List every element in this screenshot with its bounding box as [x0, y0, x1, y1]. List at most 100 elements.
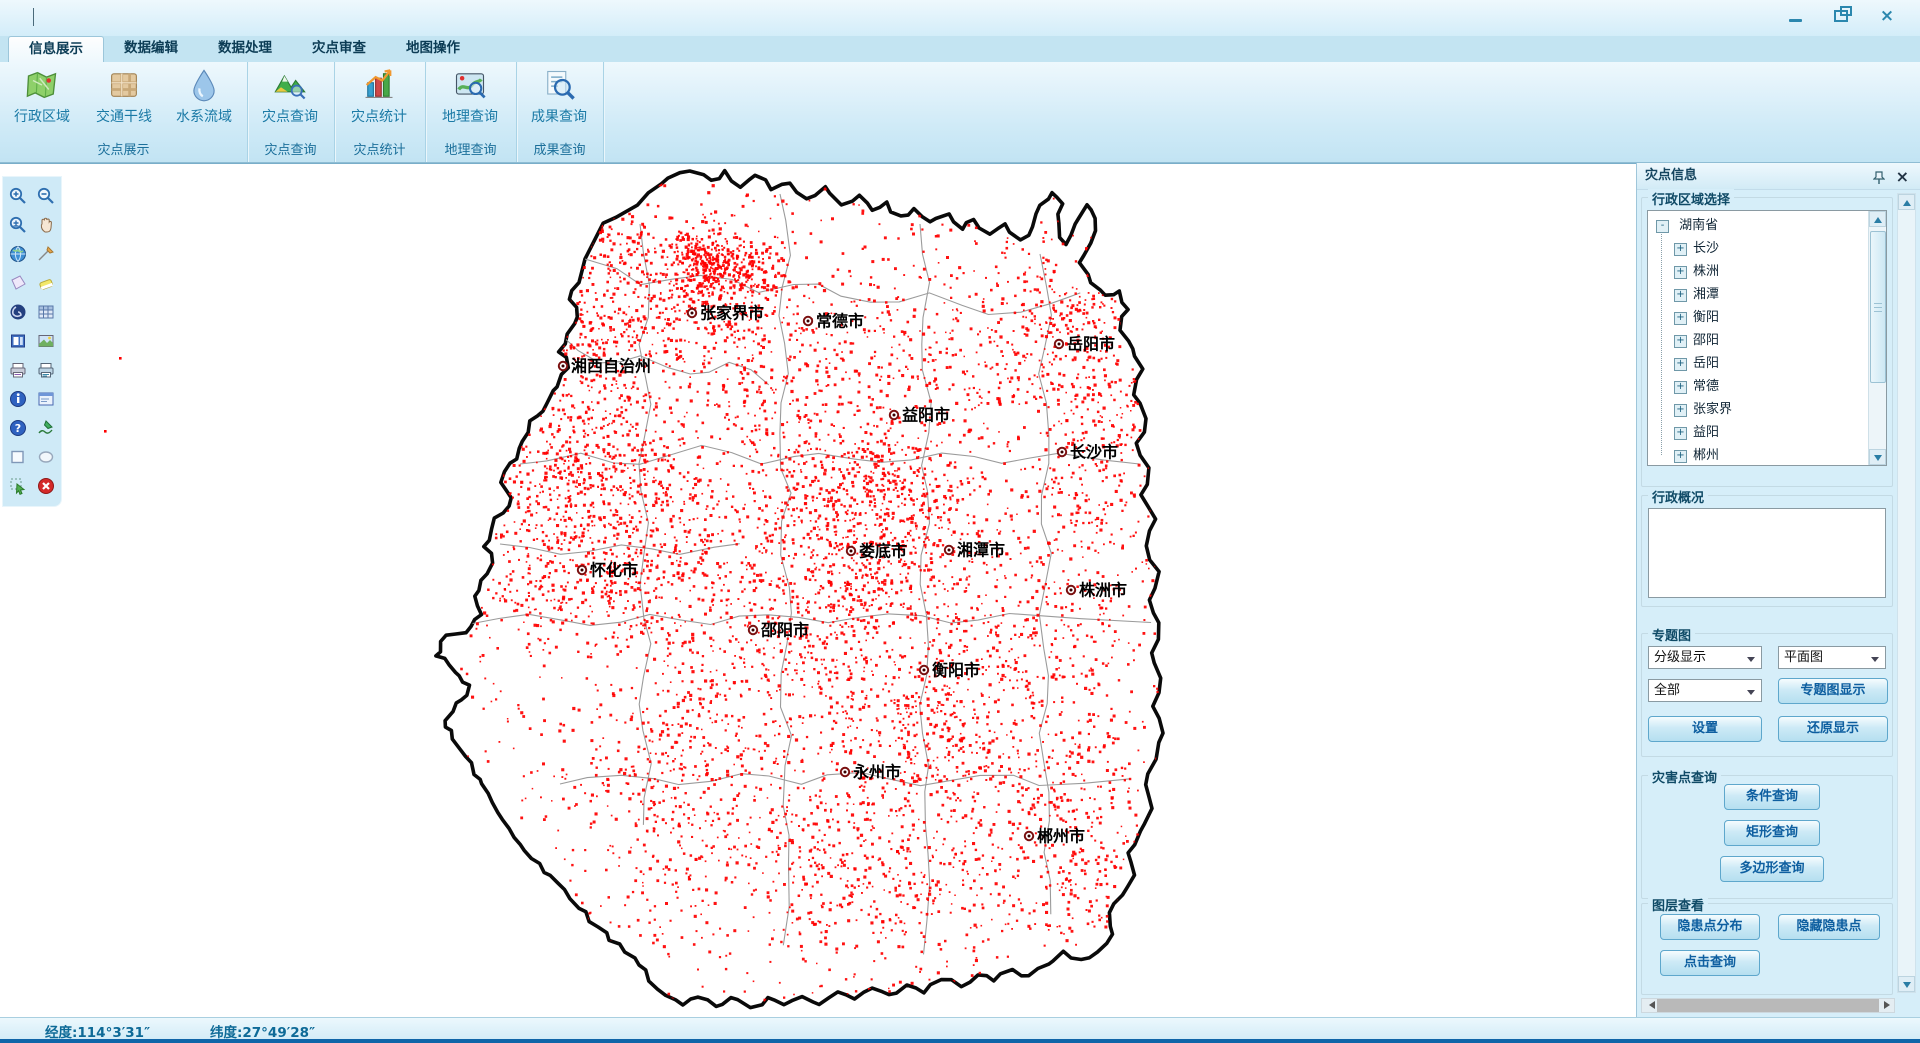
map-canvas[interactable]: 张家界市常德市岳阳市湘西自治州益阳市长沙市娄底市湘潭市株洲市怀化市邵阳市衡阳市永… — [0, 163, 1636, 1018]
zoom-out-icon — [36, 186, 56, 206]
polygon-query-button[interactable]: 多边形查询 — [1720, 856, 1824, 882]
expand-icon[interactable]: + — [1674, 450, 1687, 463]
restore-button[interactable] — [1828, 5, 1854, 27]
rect-query-button[interactable]: 矩形查询 — [1724, 820, 1820, 846]
hscroll-right-arrow[interactable] — [1880, 999, 1894, 1012]
tab-point-review[interactable]: 灾点审查 — [292, 36, 386, 62]
tool-pointer-select[interactable] — [7, 474, 30, 497]
tab-data-process[interactable]: 数据处理 — [198, 36, 292, 62]
tree-node-changsha[interactable]: +长沙 — [1674, 238, 1866, 260]
traffic-line-button[interactable]: 交通干线 — [84, 65, 164, 126]
tool-eraser[interactable] — [35, 271, 58, 294]
result-query-button[interactable]: 成果查询 — [519, 65, 599, 126]
tool-zoom-in[interactable] — [7, 184, 30, 207]
hunan-province-map[interactable]: 张家界市常德市岳阳市湘西自治州益阳市长沙市娄底市湘潭市株洲市怀化市邵阳市衡阳市永… — [0, 164, 1636, 1018]
hazard-distribution-button[interactable]: 隐患点分布 — [1660, 914, 1760, 940]
tool-ellipse-select[interactable] — [35, 445, 58, 468]
hscroll-left-arrow[interactable] — [1642, 999, 1656, 1012]
tree-node-label: 邵阳 — [1693, 333, 1719, 348]
expand-icon[interactable]: + — [1674, 381, 1687, 394]
close-button[interactable]: × — [1874, 5, 1900, 27]
expand-icon[interactable]: + — [1674, 358, 1687, 371]
tab-data-edit[interactable]: 数据编辑 — [104, 36, 198, 62]
tool-attribute-table[interactable] — [35, 300, 58, 323]
water-system-button[interactable]: 水系流域 — [164, 65, 244, 126]
tree-node-zhuzhou[interactable]: +株洲 — [1674, 261, 1866, 283]
tool-sketch-pen[interactable] — [35, 416, 58, 439]
tool-print[interactable] — [7, 358, 30, 381]
panel-vscrollbar[interactable] — [1897, 193, 1916, 993]
tool-identify[interactable] — [7, 387, 30, 410]
tool-rectangle-select[interactable] — [7, 445, 30, 468]
tree-node-label: 张家界 — [1693, 402, 1732, 417]
expand-icon[interactable]: + — [1674, 266, 1687, 279]
tool-globe[interactable] — [7, 242, 30, 265]
help-icon: ? — [8, 418, 28, 438]
tree-node-zhangjiajie[interactable]: + 张家界 — [1674, 399, 1866, 421]
expand-icon[interactable]: + — [1674, 312, 1687, 325]
tool-layout-view[interactable] — [7, 329, 30, 352]
collapse-icon[interactable]: - — [1656, 220, 1669, 233]
tool-image-view[interactable] — [35, 329, 58, 352]
ribbon-button-label: 灾点统计 — [339, 106, 419, 126]
tool-spiral[interactable] — [7, 300, 30, 323]
expand-icon[interactable]: + — [1674, 335, 1687, 348]
panel-title: 灾点信息 — [1645, 168, 1697, 183]
tool-zoom-out[interactable] — [35, 184, 58, 207]
minimize-button[interactable] — [1782, 5, 1808, 27]
all-filter-select[interactable]: 全部 — [1648, 679, 1762, 702]
tree-node-chenzhou[interactable]: +郴州 — [1674, 445, 1866, 466]
pin-button[interactable] — [1873, 169, 1885, 194]
point-stats-button[interactable]: 灾点统计 — [339, 65, 419, 126]
geo-query-icon — [452, 67, 488, 103]
tree-scroll-up[interactable] — [1869, 211, 1886, 227]
tree-scroll-down[interactable] — [1869, 449, 1886, 465]
overview-textarea[interactable] — [1648, 508, 1886, 598]
expand-icon[interactable]: + — [1674, 243, 1687, 256]
hscroll-thumb[interactable] — [1657, 999, 1879, 1012]
admin-region-button[interactable]: 行政区域 — [2, 65, 82, 126]
tree-node-shaoyang[interactable]: + 邵阳 — [1674, 330, 1866, 352]
condition-query-button[interactable]: 条件查询 — [1724, 784, 1820, 810]
tree-scroll-thumb[interactable] — [1870, 231, 1886, 383]
tool-help[interactable]: ? — [7, 416, 30, 439]
tree-node-yiyang[interactable]: +益阳 — [1674, 422, 1866, 444]
tree-node-hunan[interactable]: - 湖南省 — [1656, 215, 1866, 237]
chevron-down-icon — [1744, 649, 1759, 666]
tool-print-preview[interactable] — [35, 358, 58, 381]
tab-info-display[interactable]: 信息展示 — [8, 36, 104, 62]
ribbon-group-label: 灾点查询 — [247, 139, 334, 158]
tool-pan[interactable] — [35, 213, 58, 236]
thematic-show-button[interactable]: 专题图显示 — [1778, 678, 1888, 704]
vscroll-up-arrow[interactable] — [1898, 194, 1915, 210]
tab-map-operate[interactable]: 地图操作 — [386, 36, 480, 62]
tree-node-changde[interactable]: +常德 — [1674, 376, 1866, 398]
hide-hazard-button[interactable]: 隐藏隐患点 — [1778, 914, 1880, 940]
point-query-button[interactable]: 灾点查询 — [250, 65, 330, 126]
restore-display-button[interactable]: 还原显示 — [1778, 716, 1888, 742]
tool-draw-line[interactable] — [35, 242, 58, 265]
geo-query-button[interactable]: 地理查询 — [430, 65, 510, 126]
ribbon-button-label: 水系流域 — [164, 106, 244, 126]
plane-map-select[interactable]: 平面图 — [1778, 646, 1886, 669]
expand-icon[interactable]: + — [1674, 404, 1687, 417]
tool-remove[interactable] — [35, 474, 58, 497]
expand-icon[interactable]: + — [1674, 427, 1687, 440]
tree-node-xiangtan[interactable]: +湘潭 — [1674, 284, 1866, 306]
settings-button[interactable]: 设置 — [1648, 716, 1762, 742]
region-tree[interactable]: - 湖南省 +长沙 +株洲 +湘潭 +衡阳 + 邵阳 +岳阳 +常德 + 张家界 +… — [1647, 210, 1887, 466]
tree-node-hengyang[interactable]: +衡阳 — [1674, 307, 1866, 329]
tool-polygon[interactable] — [7, 271, 30, 294]
tool-zoom-window[interactable] — [7, 213, 30, 236]
panel-hscrollbar[interactable] — [1641, 998, 1895, 1013]
tree-node-yueyang[interactable]: +岳阳 — [1674, 353, 1866, 375]
selected-value: 分级显示 — [1654, 650, 1706, 665]
expand-icon[interactable]: + — [1674, 289, 1687, 302]
click-query-button[interactable]: 点击查询 — [1660, 950, 1760, 976]
ribbon-group-label: 成果查询 — [516, 139, 603, 158]
tree-scrollbar[interactable] — [1868, 211, 1886, 465]
tool-panel-window[interactable] — [35, 387, 58, 410]
vscroll-down-arrow[interactable] — [1898, 976, 1915, 992]
grade-display-select[interactable]: 分级显示 — [1648, 646, 1762, 669]
panel-close-button[interactable]: × — [1896, 164, 1909, 189]
